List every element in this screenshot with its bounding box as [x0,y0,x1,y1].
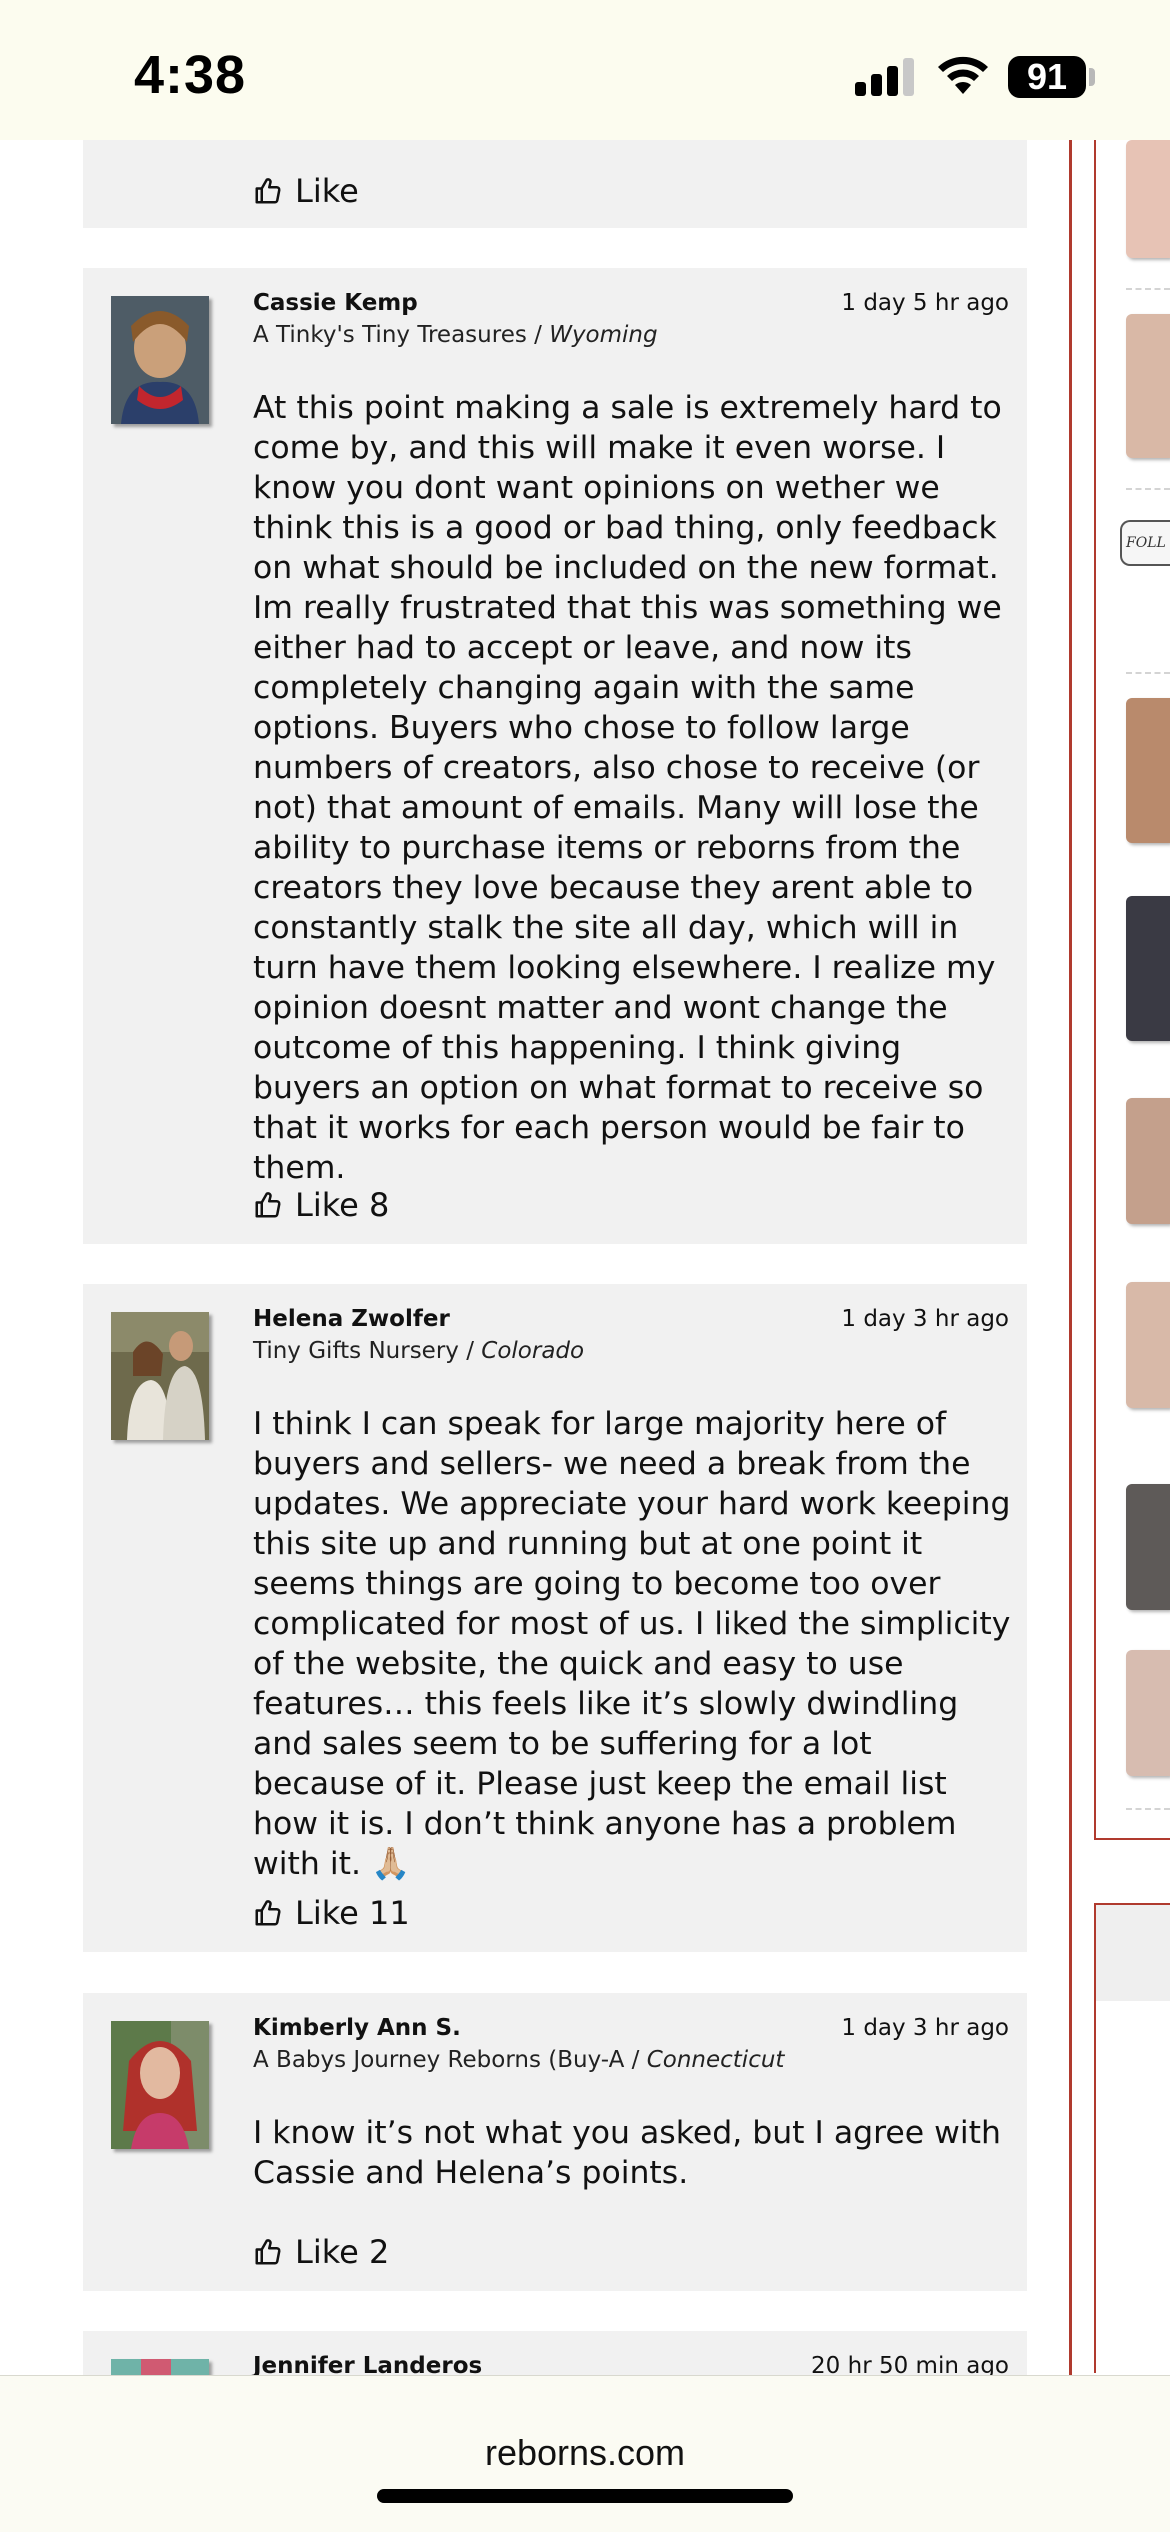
sidebar-thumbnail[interactable] [1126,896,1170,1041]
like-count: 11 [368,1894,410,1932]
like-label: Like [295,2233,359,2271]
like-label: Like [295,1894,359,1932]
avatar[interactable] [111,2021,209,2149]
status-time: 4:38 [134,45,247,105]
status-bar: 4:38 91 [0,0,1170,140]
sidebar-divider-dashed [1126,1808,1170,1810]
like-button[interactable]: Like 11 [253,1893,410,1933]
sidebar-divider-dashed [1126,672,1170,674]
comment-shop: A Babys Journey Reborns (Buy-A / Connect… [253,2047,785,2073]
like-button[interactable]: Like 8 [253,1185,389,1225]
home-indicator[interactable] [377,2489,793,2503]
sidebar-thumbnail[interactable] [1126,698,1170,843]
comment-time: 1 day 3 hr ago [841,2015,1009,2041]
comment-shop: Tiny Gifts Nursery / Colorado [253,1338,585,1364]
avatar[interactable] [111,296,209,424]
sidebar-thumbnail[interactable] [1126,314,1170,458]
comment-time: 20 hr 50 min ago [811,2353,1009,2375]
sidebar-thumbnail[interactable] [1126,1282,1170,1408]
comment-author[interactable]: Jennifer Landeros [253,2353,482,2375]
comment-author[interactable]: Kimberly Ann S. [253,2015,461,2041]
avatar-image [111,296,209,424]
like-count: 2 [368,2233,390,2271]
wifi-icon [938,56,988,94]
sidebar-divider-dashed [1126,288,1170,290]
like-label: Like [295,172,359,210]
shop-name[interactable]: A Babys Journey Reborns (Buy-A [253,2047,624,2073]
comment-text: I think I can speak for large majority h… [253,1406,1011,1882]
comment-time: 1 day 3 hr ago [841,1306,1009,1332]
shop-name[interactable]: Tiny Gifts Nursery [253,1338,459,1364]
comment-shop: A Tinky's Tiny Treasures / Wyoming [253,322,658,348]
comment-card: Cassie Kemp 1 day 5 hr ago A Tinky's Tin… [83,268,1027,1244]
sidebar-panel [1094,1903,1170,2373]
cellular-signal-icon [855,56,915,96]
comment-text: At this point making a sale is extremely… [253,390,1002,1186]
sidebar-thumbnail[interactable] [1126,140,1170,258]
sidebar-divider [1069,140,1072,2375]
comment-author[interactable]: Cassie Kemp [253,290,418,316]
sidebar-thumbnail[interactable] [1126,1484,1170,1610]
comment-text: I know it’s not what you asked, but I ag… [253,2115,1002,2191]
sidebar-panel-header [1096,1905,1170,2001]
shop-name[interactable]: A Tinky's Tiny Treasures [253,322,527,348]
sidebar-thumbnail[interactable] [1126,1098,1170,1224]
like-label: Like [295,1186,359,1224]
thumbs-up-icon [255,2239,281,2265]
follow-badge[interactable]: FOLL [1120,520,1170,566]
sidebar-thumbnail[interactable] [1126,1650,1170,1776]
browser-url-bar[interactable]: reborns.com [0,2375,1170,2532]
battery-icon: 91 [1008,56,1086,98]
shop-location: Colorado [481,1338,585,1364]
like-count: 8 [368,1186,390,1224]
thumbs-up-icon [255,178,281,204]
avatar-image [111,2359,209,2375]
thumbs-up-icon [255,1192,281,1218]
comment-card: Like [83,140,1027,228]
like-button[interactable]: Like [253,171,359,211]
avatar-image [111,2021,209,2149]
sidebar-divider-dashed [1126,488,1170,490]
shop-location: Connecticut [646,2047,785,2073]
comment-card: Jennifer Landeros 20 hr 50 min ago [83,2331,1027,2375]
url-domain[interactable]: reborns.com [0,2432,1170,2474]
avatar[interactable] [111,2359,209,2375]
comment-card: Kimberly Ann S. 1 day 3 hr ago A Babys J… [83,1993,1027,2291]
comment-time: 1 day 5 hr ago [841,290,1009,316]
shop-location: Wyoming [549,322,658,348]
comment-author[interactable]: Helena Zwolfer [253,1306,450,1332]
avatar-image [111,1312,209,1440]
avatar[interactable] [111,1312,209,1440]
thumbs-up-icon [255,1900,281,1926]
battery-cap [1089,68,1095,86]
like-button[interactable]: Like 2 [253,2232,389,2272]
comment-card: Helena Zwolfer 1 day 3 hr ago Tiny Gifts… [83,1284,1027,1952]
